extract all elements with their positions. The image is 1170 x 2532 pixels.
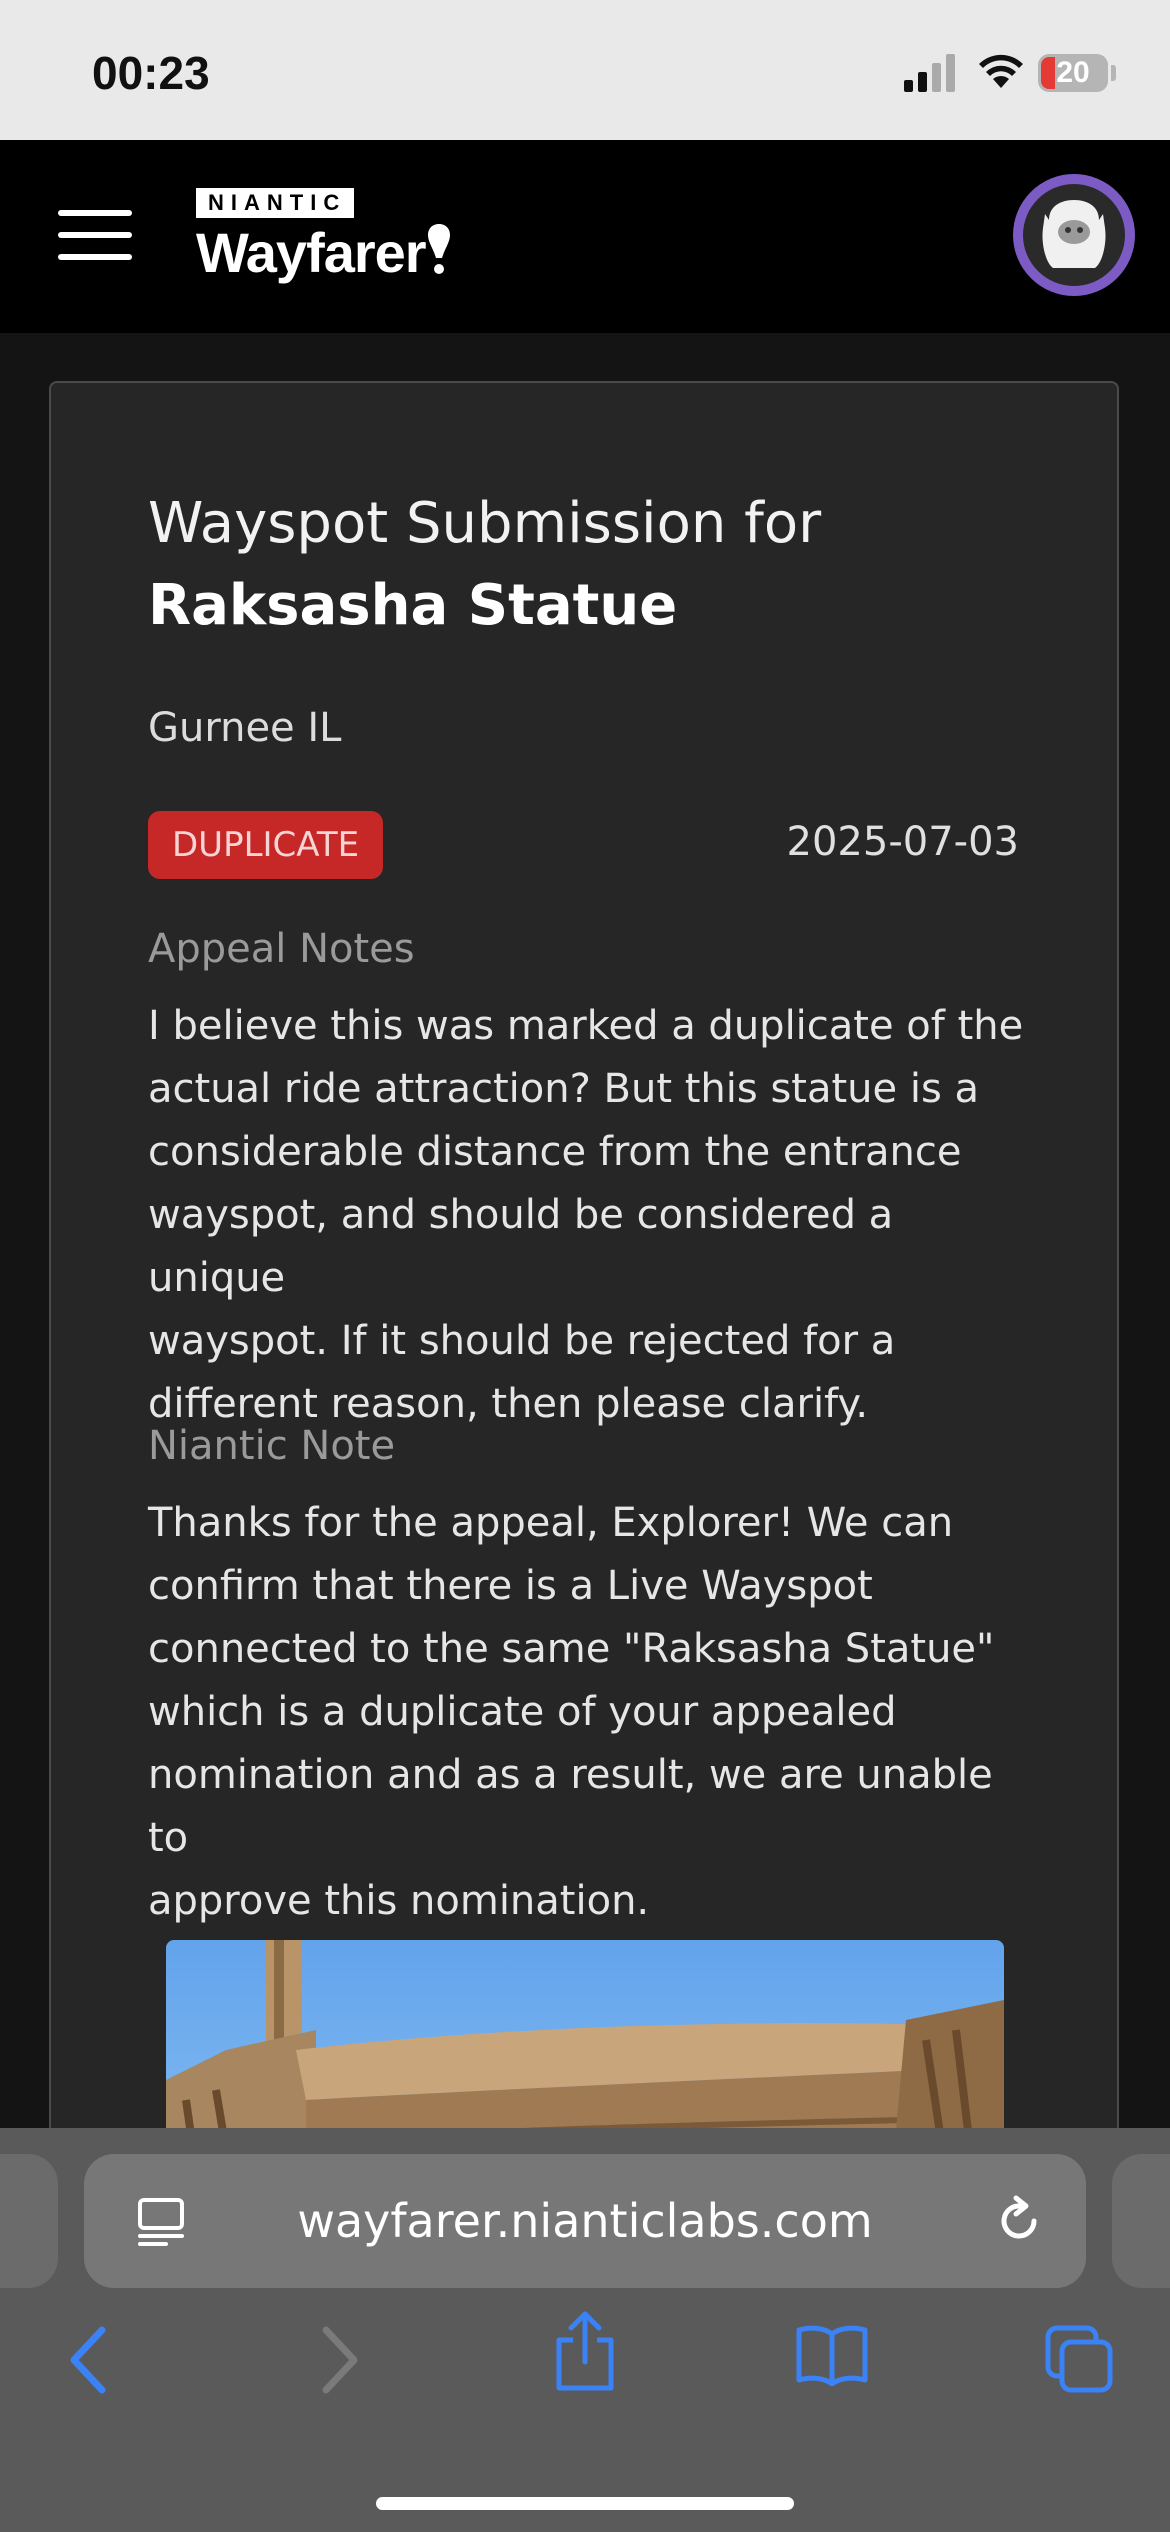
status-bar: 00:23 20 [0, 0, 1170, 140]
previous-tab-peek[interactable] [0, 2154, 58, 2288]
battery-icon: 20 [1038, 54, 1108, 92]
url-text: wayfarer.nianticlabs.com [297, 2194, 873, 2248]
yeti-avatar-icon [1042, 200, 1106, 268]
tabs-icon[interactable] [1044, 2324, 1114, 2394]
status-time: 00:23 [92, 47, 210, 99]
address-bar[interactable]: wayfarer.nianticlabs.com [84, 2154, 1086, 2288]
appeal-notes-label: Appeal Notes [148, 926, 415, 972]
wayspot-name: Raksasha Statue [148, 573, 678, 638]
browser-toolbar: wayfarer.nianticlabs.com [0, 2128, 1170, 2532]
signal-icon [904, 54, 955, 92]
forward-icon[interactable] [314, 2320, 364, 2400]
wayfarer-logo[interactable]: NIANTIC Wayfarer [196, 188, 450, 285]
appeal-line: actual ride attraction? But this statue … [148, 1066, 980, 1112]
niantic-line: connected to the same "Raksasha Statue" [148, 1626, 995, 1672]
appeal-line: I believe this was marked a duplicate of… [148, 1003, 1024, 1049]
back-icon[interactable] [64, 2320, 114, 2400]
niantic-note-label: Niantic Note [148, 1423, 396, 1469]
share-icon[interactable] [553, 2310, 617, 2392]
bookmarks-icon[interactable] [795, 2324, 869, 2386]
page-title: Wayspot Submission for [148, 491, 822, 556]
hamburger-menu-icon[interactable] [58, 210, 132, 262]
niantic-line: which is a duplicate of your appealed [148, 1689, 897, 1735]
reload-icon[interactable] [992, 2194, 1046, 2248]
next-tab-peek[interactable] [1112, 2154, 1170, 2288]
niantic-line: approve this nomination. [148, 1878, 650, 1924]
appeal-line: considerable distance from the entrance [148, 1129, 962, 1175]
appeal-notes-text: I believe this was marked a duplicate of… [148, 995, 1028, 1436]
submission-card: Wayspot Submission for Raksasha Statue G… [49, 381, 1119, 2240]
wifi-icon [979, 54, 1023, 88]
logo-niantic-text: NIANTIC [196, 188, 355, 218]
appeal-line: wayspot, and should be considered a uniq… [148, 1192, 894, 1301]
niantic-note-text: Thanks for the appeal, Explorer! We can … [148, 1492, 1028, 1933]
avatar[interactable] [1013, 174, 1135, 296]
location-text: Gurnee IL [148, 705, 342, 751]
logo-wayfarer-text: Wayfarer [196, 220, 450, 285]
home-indicator[interactable] [376, 2497, 794, 2510]
niantic-line: confirm that there is a Live Wayspot [148, 1563, 873, 1609]
pin-icon [427, 224, 450, 274]
app-header: NIANTIC Wayfarer [0, 140, 1170, 333]
niantic-line: Thanks for the appeal, Explorer! We can [148, 1500, 954, 1546]
battery-level: 20 [1056, 56, 1090, 89]
submission-date: 2025-07-03 [786, 819, 1019, 865]
appeal-line: wayspot. If it should be rejected for a [148, 1318, 896, 1364]
niantic-line: nomination and as a result, we are unabl… [148, 1752, 993, 1861]
status-badge: DUPLICATE [148, 811, 384, 879]
